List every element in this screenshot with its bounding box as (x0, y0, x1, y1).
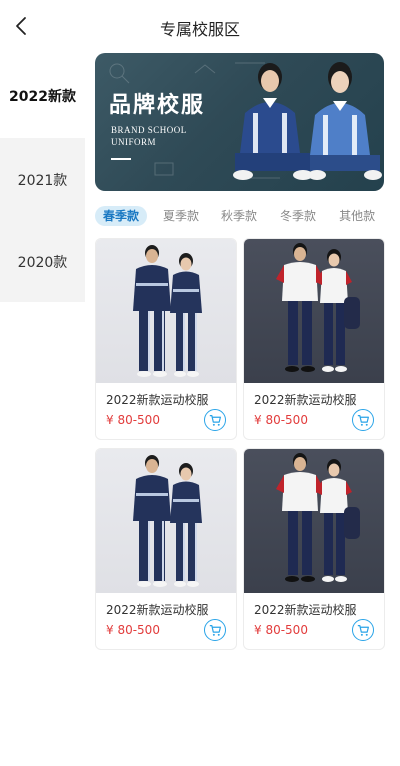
banner-title: 品牌校服 (109, 92, 206, 118)
product-name: 2022新款运动校服 (106, 393, 209, 407)
add-to-cart-button[interactable] (352, 619, 374, 641)
cart-icon (357, 414, 369, 426)
sidebar-item-2020[interactable]: 2020款 (0, 222, 85, 302)
cart-icon (209, 414, 221, 426)
product-price: ¥ 80-500 (106, 413, 160, 427)
tab-winter[interactable]: 冬季款 (280, 206, 316, 226)
tab-summer[interactable]: 夏季款 (163, 206, 199, 226)
sidebar: 2022新款 2021款 2020款 (0, 54, 85, 302)
page-title: 专属校服区 (159, 20, 240, 39)
tab-autumn[interactable]: 秋季款 (221, 206, 257, 226)
banner-subtitle-2: UNIFORM (111, 137, 157, 147)
tab-spring[interactable]: 春季款 (95, 206, 148, 226)
sidebar-item-2022[interactable]: 2022新款 (0, 54, 85, 138)
banner-subtitle-1: BRAND SCHOOL (111, 125, 187, 135)
product-price: ¥ 80-500 (254, 413, 308, 427)
product-image (96, 449, 236, 593)
tab-other[interactable]: 其他款 (339, 206, 375, 226)
product-image (96, 239, 236, 383)
product-image (244, 449, 384, 593)
sidebar-item-2021[interactable]: 2021款 (0, 138, 85, 222)
product-name: 2022新款运动校服 (106, 603, 209, 617)
add-to-cart-button[interactable] (204, 409, 226, 431)
cart-icon (357, 624, 369, 636)
product-card[interactable]: 2022新款运动校服 ¥ 80-500 (243, 448, 385, 650)
product-price: ¥ 80-500 (254, 623, 308, 637)
students-photo (233, 62, 382, 180)
product-name: 2022新款运动校服 (254, 603, 357, 617)
product-card[interactable]: 2022新款运动校服 ¥ 80-500 (95, 448, 237, 650)
product-card[interactable]: 2022新款运动校服 ¥ 80-500 (243, 238, 385, 440)
top-bar: 专属校服区 (0, 0, 400, 52)
add-to-cart-button[interactable] (204, 619, 226, 641)
polo-uniform-photo (276, 453, 360, 582)
product-card[interactable]: 2022新款运动校服 ¥ 80-500 (95, 238, 237, 440)
promo-banner[interactable]: 品牌校服 BRAND SCHOOL UNIFORM (95, 53, 384, 191)
product-image (244, 239, 384, 383)
season-tabs: 春季款 夏季款 秋季款 冬季款 其他款 (95, 205, 390, 227)
tracksuit-photo (133, 455, 202, 587)
product-name: 2022新款运动校服 (254, 393, 357, 407)
add-to-cart-button[interactable] (352, 409, 374, 431)
banner-divider (111, 158, 131, 160)
polo-uniform-photo (276, 243, 360, 372)
product-price: ¥ 80-500 (106, 623, 160, 637)
cart-icon (209, 624, 221, 636)
tracksuit-photo (133, 245, 202, 377)
